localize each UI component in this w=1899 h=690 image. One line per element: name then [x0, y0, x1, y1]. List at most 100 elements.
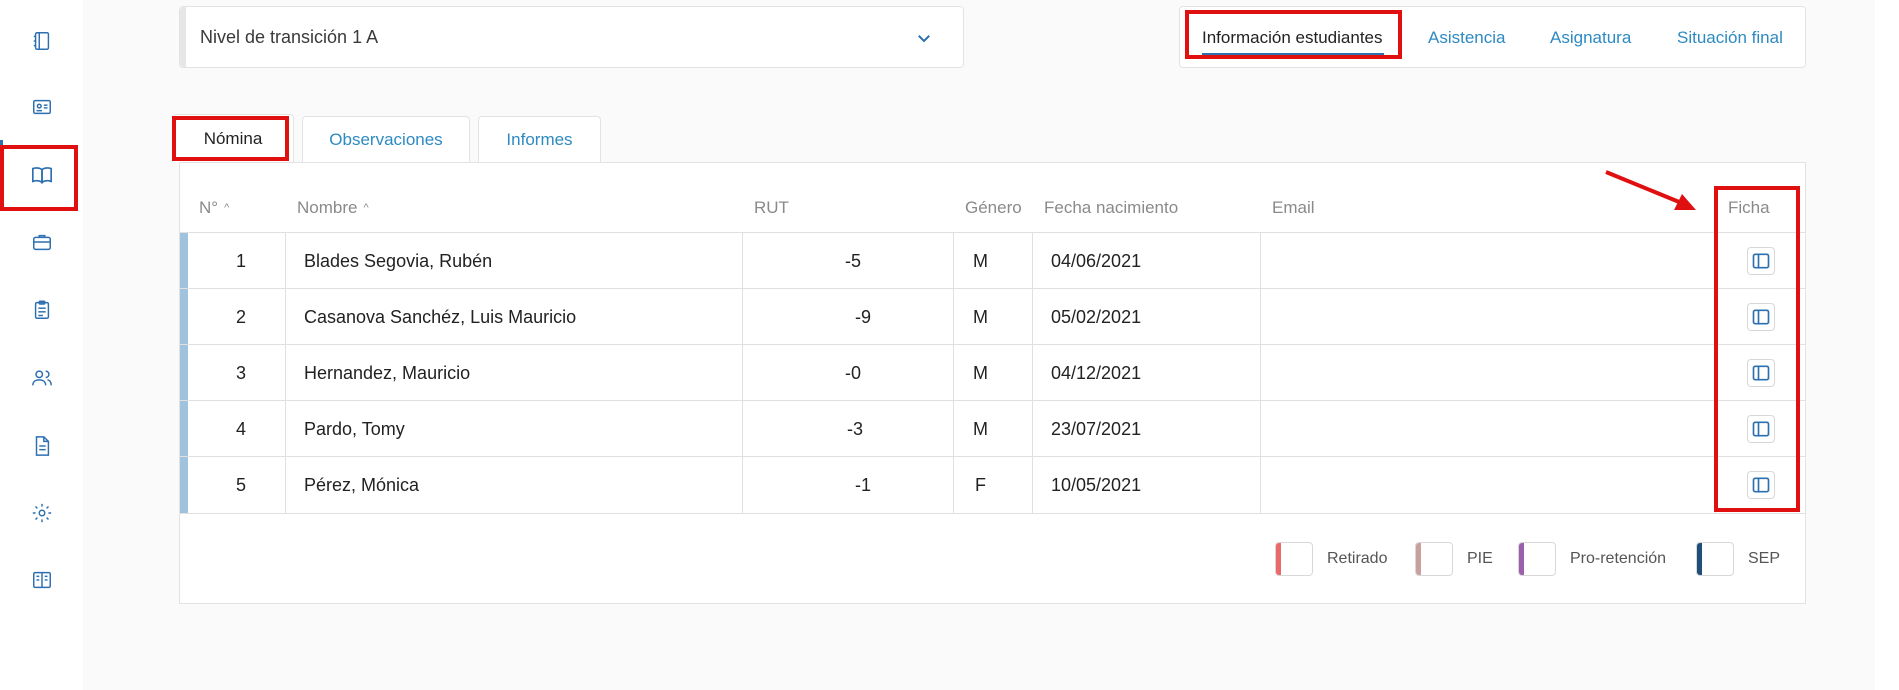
cell-genero: F — [975, 474, 986, 495]
top-nav: Información estudiantes Asistencia Asign… — [1179, 6, 1806, 68]
cell-genero: M — [973, 306, 988, 327]
legend-pie: PIE — [1415, 542, 1493, 576]
ficha-button[interactable] — [1747, 303, 1775, 331]
cell-fecha: 23/07/2021 — [1051, 418, 1142, 439]
ficha-button[interactable] — [1747, 247, 1775, 275]
legend-label: Retirado — [1327, 550, 1388, 567]
tab-informes[interactable]: Informes — [478, 116, 601, 162]
cell-genero: M — [973, 418, 988, 439]
table-row: 5 Pérez, Mónica -1 F 10/05/2021 — [180, 457, 1805, 513]
sort-asc-icon[interactable]: ^ — [363, 202, 368, 214]
column-divider — [1032, 232, 1033, 514]
course-select[interactable]: Nivel de transición 1 A — [179, 6, 964, 68]
row-status-accent — [180, 457, 188, 513]
tab-observaciones-label: Observaciones — [329, 129, 443, 149]
cell-fecha: 05/02/2021 — [1051, 306, 1142, 327]
id-card-icon[interactable] — [29, 94, 55, 120]
table-row: 1 Blades Segovia, Rubén -5 M 04/06/2021 — [180, 233, 1805, 289]
column-divider — [742, 232, 743, 514]
legend-swatch — [1518, 542, 1556, 576]
sort-asc-icon[interactable]: ^ — [224, 202, 229, 214]
right-margin — [1875, 0, 1899, 690]
header-numero[interactable]: N° ^ — [199, 198, 229, 218]
book-open-icon[interactable] — [29, 162, 55, 188]
users-icon[interactable] — [29, 365, 55, 391]
cell-numero: 2 — [236, 306, 247, 327]
tab-nomina-label: Nómina — [203, 128, 263, 148]
gear-icon[interactable] — [29, 500, 55, 526]
sidebar-panel-icon — [1752, 365, 1770, 381]
sidebar-panel-icon — [1752, 309, 1770, 325]
ficha-button[interactable] — [1747, 471, 1775, 499]
cell-nombre: Pardo, Tomy — [304, 418, 405, 439]
legend-retirado: Retirado — [1275, 542, 1387, 576]
column-divider — [953, 232, 954, 514]
chevron-down-icon — [918, 35, 930, 43]
row-status-accent — [180, 345, 188, 401]
cell-rut: -0 — [845, 362, 862, 383]
cell-rut: -1 — [855, 474, 872, 495]
nav-active-underline — [1202, 53, 1384, 55]
header-email: Email — [1272, 198, 1315, 217]
tab-nomina[interactable]: Nómina — [172, 114, 294, 162]
cell-nombre: Hernandez, Mauricio — [304, 362, 471, 383]
row-status-accent — [180, 401, 188, 457]
table-row: 2 Casanova Sanchéz, Luis Mauricio -9 M 0… — [180, 289, 1805, 345]
header-rut: RUT — [754, 198, 789, 217]
cell-rut: -9 — [855, 306, 872, 327]
cell-fecha: 10/05/2021 — [1051, 474, 1142, 495]
column-divider — [1260, 232, 1261, 514]
cell-nombre: Blades Segovia, Rubén — [304, 250, 493, 271]
tab-informes-label: Informes — [506, 129, 573, 149]
legend-label: PIE — [1467, 550, 1493, 567]
column-divider — [285, 232, 286, 514]
cell-fecha: 04/12/2021 — [1051, 362, 1142, 383]
row-divider — [180, 513, 1805, 514]
briefcase-icon[interactable] — [29, 229, 55, 255]
course-select-value: Nivel de transición 1 A — [200, 27, 379, 47]
header-nombre[interactable]: Nombre ^ — [297, 198, 369, 218]
cell-numero: 4 — [236, 418, 247, 439]
sidebar — [0, 0, 83, 690]
sidebar-panel-icon — [1752, 477, 1770, 493]
clipboard-icon[interactable] — [29, 297, 55, 323]
cell-nombre: Pérez, Mónica — [304, 474, 420, 495]
legend-swatch — [1275, 542, 1313, 576]
cell-genero: M — [973, 362, 988, 383]
table-row: 3 Hernandez, Mauricio -0 M 04/12/2021 — [180, 345, 1805, 401]
nav-asistencia[interactable]: Asistencia — [1428, 28, 1505, 48]
cell-fecha: 04/06/2021 — [1051, 250, 1142, 271]
document-icon[interactable] — [29, 433, 55, 459]
cell-numero: 1 — [236, 250, 247, 271]
legend-pro-retencion: Pro-retención — [1518, 542, 1666, 576]
select-accent — [180, 7, 186, 67]
cell-nombre: Casanova Sanchéz, Luis Mauricio — [304, 306, 577, 327]
tab-observaciones[interactable]: Observaciones — [302, 116, 470, 162]
legend-sep: SEP — [1696, 542, 1780, 576]
sidebar-panel-icon — [1752, 253, 1770, 269]
table-row: 4 Pardo, Tomy -3 M 23/07/2021 — [180, 401, 1805, 457]
nav-informacion-estudiantes[interactable]: Información estudiantes — [1202, 28, 1383, 48]
row-status-accent — [180, 289, 188, 345]
annotation-arrow — [1605, 170, 1696, 210]
header-genero: Género — [965, 198, 1022, 217]
book-icon[interactable] — [29, 567, 55, 593]
nav-situacion-final[interactable]: Situación final — [1677, 28, 1783, 48]
cell-genero: M — [973, 250, 988, 271]
row-status-accent — [180, 233, 188, 289]
legend-label: Pro-retención — [1570, 550, 1667, 567]
nav-asignatura[interactable]: Asignatura — [1550, 28, 1631, 48]
notebook-icon[interactable] — [29, 28, 55, 54]
cell-rut: -3 — [847, 418, 864, 439]
sidebar-panel-icon — [1752, 421, 1770, 437]
legend-swatch — [1696, 542, 1734, 576]
ficha-button[interactable] — [1747, 415, 1775, 443]
header-fecha-nacimiento: Fecha nacimiento — [1044, 198, 1179, 217]
sidebar-active-indicator — [0, 140, 3, 175]
cell-rut: -5 — [845, 250, 862, 271]
header-ficha: Ficha — [1728, 198, 1770, 217]
legend-label: SEP — [1748, 550, 1781, 567]
cell-numero: 5 — [236, 474, 247, 495]
ficha-button[interactable] — [1747, 359, 1775, 387]
cell-numero: 3 — [236, 362, 247, 383]
